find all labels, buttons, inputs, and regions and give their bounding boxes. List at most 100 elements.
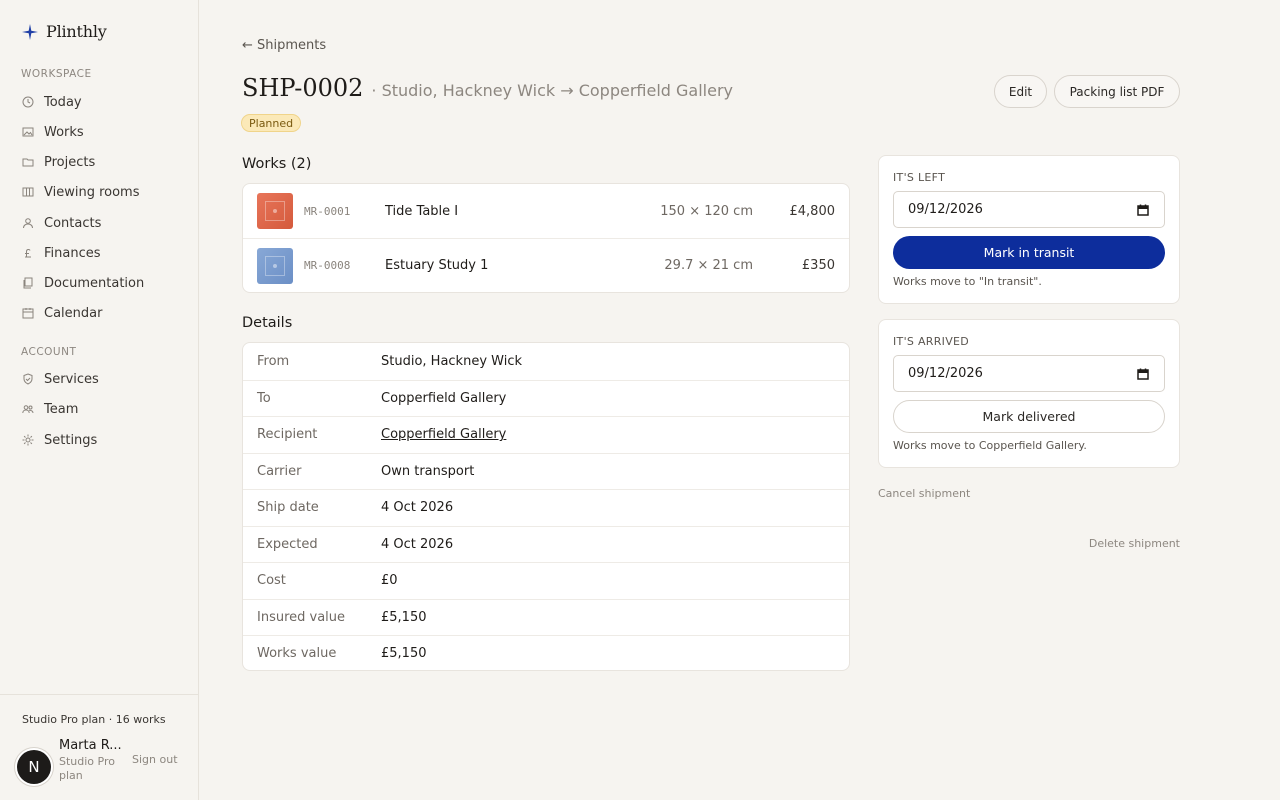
detail-value: £5,150: [381, 609, 427, 625]
detail-label: Works value: [257, 646, 337, 662]
user-plan: Studio Pro plan: [59, 755, 115, 782]
detail-label: Insured value: [257, 609, 346, 625]
sidebar-item-today[interactable]: Today: [22, 91, 82, 113]
detail-label: To: [257, 390, 271, 406]
detail-row: To Copperfield Gallery: [243, 379, 849, 417]
columns-icon: [22, 186, 34, 198]
sidebar-item-label: Documentation: [44, 275, 145, 291]
details-section-title: Details: [242, 315, 293, 331]
works-list: MR-0001 Tide Table I 150 × 120 cm £4,800…: [242, 183, 850, 293]
detail-value: Studio, Hackney Wick: [381, 353, 523, 369]
detail-label: From: [257, 353, 290, 369]
detail-label: Recipient: [257, 427, 318, 443]
mark-delivered-button[interactable]: Mark delivered: [893, 400, 1165, 433]
arrived-date-input[interactable]: 09/12/2026: [893, 355, 1165, 392]
in-transit-note: Works move to "In transit".: [893, 275, 1042, 288]
its-left-label: IT'S LEFT: [893, 171, 946, 184]
detail-value: Copperfield Gallery: [381, 390, 507, 406]
work-dimensions: 150 × 120 cm: [660, 203, 753, 219]
mark-in-transit-button[interactable]: Mark in transit: [893, 236, 1165, 269]
status-badge: Planned: [241, 114, 302, 132]
artwork-thumbnail: [257, 193, 293, 229]
edit-button[interactable]: Edit: [994, 75, 1047, 108]
detail-row: Insured value £5,150: [243, 598, 849, 636]
work-code: MR-0001: [304, 204, 351, 218]
left-date-input[interactable]: 09/12/2026: [893, 191, 1165, 228]
detail-label: Ship date: [257, 500, 319, 516]
page-title: SHP-0002 · Studio, Hackney Wick → Copper…: [242, 74, 733, 102]
cancel-shipment-link[interactable]: Cancel shipment: [878, 487, 970, 500]
details-table: From Studio, Hackney Wick To Copperfield…: [242, 342, 850, 671]
detail-label: Expected: [257, 536, 318, 552]
calendar-icon[interactable]: [1136, 203, 1150, 217]
artwork-thumbnail: [257, 248, 293, 284]
detail-label: Carrier: [257, 463, 302, 479]
sidebar-item-label: Works: [44, 124, 84, 140]
its-arrived-label: IT'S ARRIVED: [893, 335, 970, 348]
detail-value: £0: [381, 573, 398, 589]
sidebar-item-label: Today: [44, 94, 82, 110]
detail-row: From Studio, Hackney Wick: [243, 343, 849, 380]
sidebar-item-team[interactable]: Team: [22, 398, 78, 420]
calendar-icon[interactable]: [1136, 367, 1150, 381]
work-price: £4,800: [789, 203, 836, 219]
user-name: Marta R...: [59, 738, 122, 753]
detail-label: Cost: [257, 573, 286, 589]
image-icon: [22, 126, 34, 138]
sidebar-item-label: Viewing rooms: [44, 184, 140, 200]
sidebar-item-projects[interactable]: Projects: [22, 151, 95, 173]
arrived-date-value: 09/12/2026: [908, 366, 983, 381]
detail-value: 4 Oct 2026: [381, 536, 454, 552]
sign-out-link[interactable]: Sign out: [132, 753, 178, 766]
work-price: £350: [801, 258, 835, 273]
work-code: MR-0008: [304, 259, 351, 272]
calendar-icon: [22, 307, 34, 319]
detail-value: £5,150: [381, 646, 427, 662]
person-icon: [22, 217, 34, 229]
sidebar-item-label: Services: [44, 371, 99, 387]
workspace-section-label: WORKSPACE: [21, 68, 92, 80]
its-left-panel: IT'S LEFT 09/12/2026 Mark in transit Wor…: [878, 155, 1180, 304]
work-dimensions: 29.7 × 21 cm: [664, 258, 753, 273]
back-to-shipments-link[interactable]: ← Shipments: [242, 38, 326, 53]
sidebar-item-viewing-rooms[interactable]: Viewing rooms: [22, 181, 140, 203]
delete-shipment-link[interactable]: Delete shipment: [1089, 537, 1180, 550]
brand[interactable]: Plinthly: [22, 22, 107, 41]
account-section-label: ACCOUNT: [21, 346, 77, 358]
sidebar-item-label: Calendar: [44, 305, 103, 321]
sidebar-item-label: Finances: [44, 245, 101, 261]
sidebar-item-label: Team: [44, 401, 79, 417]
detail-row: Ship date 4 Oct 2026: [243, 489, 849, 526]
list-item[interactable]: MR-0001 Tide Table I 150 × 120 cm £4,800: [243, 184, 849, 238]
plan-summary: Studio Pro plan · 16 works: [22, 713, 166, 726]
sidebar-item-calendar[interactable]: Calendar: [22, 302, 102, 324]
pound-icon: [22, 247, 34, 259]
sidebar-item-finances[interactable]: Finances: [22, 242, 101, 264]
team-icon: [22, 403, 34, 415]
detail-row: Carrier Own transport: [243, 452, 849, 490]
list-item[interactable]: MR-0008 Estuary Study 1 29.7 × 21 cm £35…: [243, 238, 849, 292]
sidebar-item-label: Projects: [44, 154, 96, 170]
sidebar-item-works[interactable]: Works: [22, 121, 84, 143]
folder-icon: [22, 156, 34, 168]
works-section-title: Works (2): [242, 156, 312, 172]
packing-list-pdf-button[interactable]: Packing list PDF: [1054, 75, 1180, 108]
detail-value: 4 Oct 2026: [381, 500, 454, 516]
avatar[interactable]: N: [17, 750, 51, 784]
brand-name: Plinthly: [46, 22, 107, 41]
sparkle-logo-icon: [22, 23, 38, 40]
detail-row: Works value £5,150: [243, 635, 849, 672]
delivered-note: Works move to Copperfield Gallery.: [893, 439, 1087, 452]
sidebar-item-label: Contacts: [44, 215, 102, 231]
sidebar-item-contacts[interactable]: Contacts: [22, 212, 101, 234]
sidebar-item-settings[interactable]: Settings: [22, 429, 97, 451]
detail-row: Expected 4 Oct 2026: [243, 525, 849, 563]
detail-value: Own transport: [381, 463, 475, 479]
sidebar-item-services[interactable]: Services: [22, 368, 99, 390]
recipient-link[interactable]: Copperfield Gallery: [381, 427, 506, 442]
left-date-value: 09/12/2026: [908, 202, 983, 217]
detail-row: Cost £0: [243, 562, 849, 599]
sidebar-item-documentation[interactable]: Documentation: [22, 272, 144, 294]
sidebar-item-label: Settings: [44, 432, 98, 448]
shipment-id: SHP-0002: [242, 74, 364, 102]
